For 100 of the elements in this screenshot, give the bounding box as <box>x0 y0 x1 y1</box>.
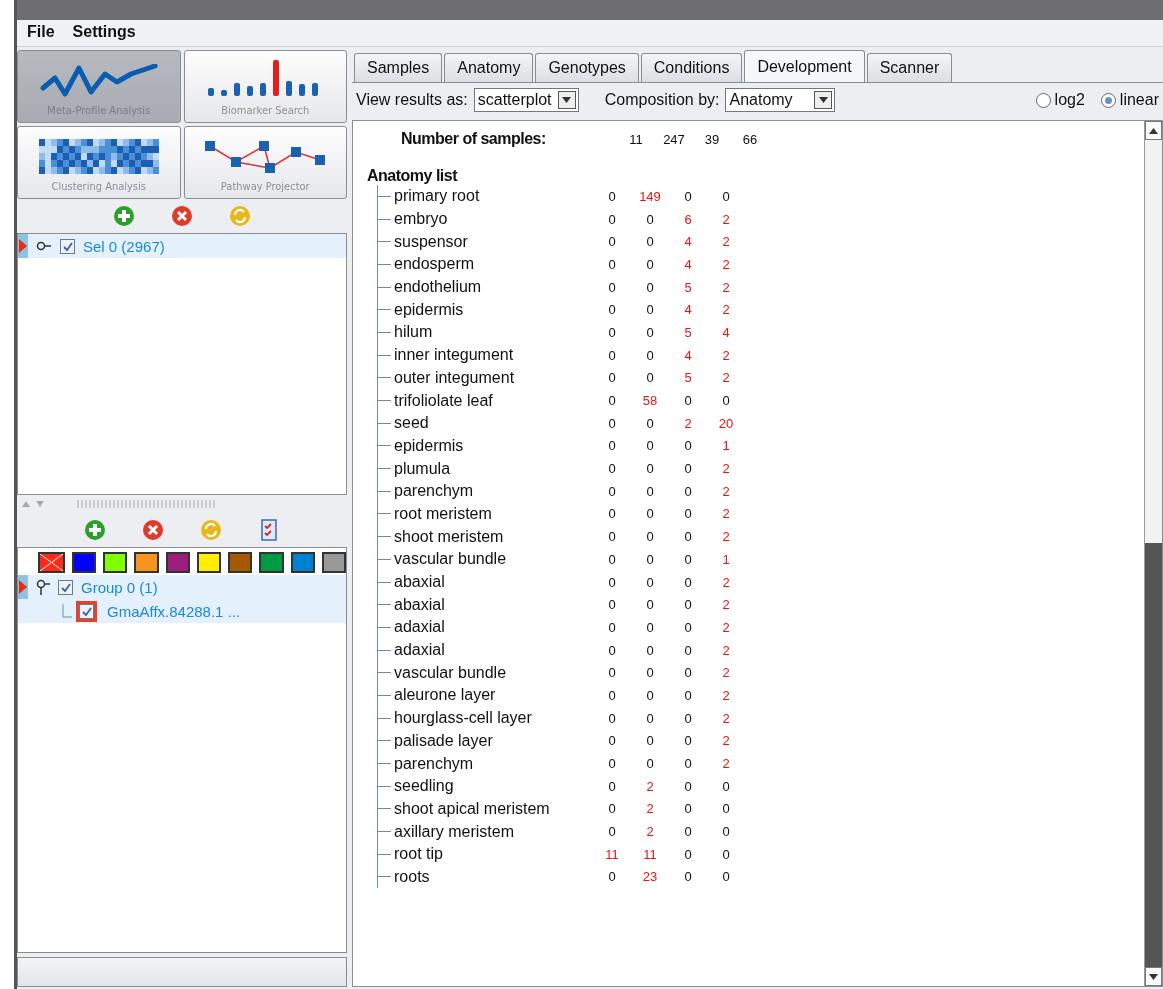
sample-count: 247 <box>662 131 686 147</box>
count-value: 0 <box>607 279 617 295</box>
count-value: 0 <box>683 483 693 499</box>
count-value: 2 <box>721 347 731 363</box>
network-icon <box>204 140 327 174</box>
count-value: 0 <box>607 188 617 204</box>
color-swatch[interactable] <box>259 552 284 573</box>
count-value: 0 <box>607 665 617 681</box>
color-swatch[interactable] <box>196 552 222 573</box>
sample-count: 11 <box>628 131 644 147</box>
count-value: 0 <box>607 302 617 318</box>
count-value: 0 <box>645 687 655 703</box>
count-value: 0 <box>645 619 655 635</box>
menu-item[interactable]: Settings <box>72 23 136 43</box>
count-value: 0 <box>607 324 617 340</box>
count-value: 2 <box>721 642 731 658</box>
count-value: 0 <box>645 529 655 545</box>
count-value: 0 <box>683 551 693 567</box>
checkbox[interactable] <box>60 238 75 254</box>
dropdown[interactable]: Anatomy <box>725 88 836 112</box>
anatomy-name: seed <box>394 414 430 433</box>
scroll-thumb[interactable] <box>1145 543 1162 967</box>
scroll-down-icon[interactable] <box>1149 973 1158 980</box>
color-swatch[interactable] <box>72 552 97 573</box>
count-value: 0 <box>721 393 731 409</box>
count-value: 2 <box>721 529 731 545</box>
radio-button[interactable]: linear <box>1100 91 1159 109</box>
tab[interactable]: Scanner <box>866 53 953 82</box>
line-chart-icon <box>38 64 159 98</box>
count-value: 2 <box>645 778 655 794</box>
anatomy-name: adaxial <box>394 618 446 637</box>
splitter-grip[interactable] <box>77 500 217 508</box>
count-value: 0 <box>645 438 655 454</box>
count-value: 0 <box>607 619 617 635</box>
remove-icon[interactable] <box>142 519 164 541</box>
key-icon[interactable] <box>36 579 50 595</box>
count-value: 0 <box>683 801 693 817</box>
menu-item[interactable]: File <box>27 23 55 43</box>
tab[interactable]: Anatomy <box>444 53 534 82</box>
count-value: 2 <box>721 461 731 477</box>
tab[interactable]: Conditions <box>640 53 743 82</box>
anatomy-name: shoot meristem <box>394 527 505 546</box>
color-swatch[interactable] <box>38 552 65 573</box>
count-value: 0 <box>607 529 617 545</box>
anatomy-name: endothelium <box>394 278 483 297</box>
count-value: 0 <box>683 665 693 681</box>
count-value: 0 <box>645 461 655 477</box>
count-value: 6 <box>683 211 693 227</box>
anatomy-name: endosperm <box>394 255 476 274</box>
color-swatch[interactable] <box>321 552 346 573</box>
key-icon[interactable] <box>36 241 52 251</box>
scrollbar[interactable] <box>1144 121 1162 986</box>
count-value: 0 <box>607 438 617 454</box>
count-value: 11 <box>604 846 620 862</box>
view-label: View results as: <box>356 91 468 109</box>
color-swatch[interactable] <box>103 552 128 573</box>
checkbox[interactable] <box>58 579 73 595</box>
checklist-icon[interactable] <box>258 519 280 541</box>
count-value: 0 <box>683 642 693 658</box>
count-value: 4 <box>683 302 693 318</box>
count-value: 0 <box>683 846 693 862</box>
count-value: 0 <box>645 642 655 658</box>
tab[interactable]: Development <box>744 50 865 82</box>
count-value: 0 <box>645 234 655 250</box>
count-value: 0 <box>607 370 617 386</box>
dropdown[interactable]: scatterplot <box>473 88 579 112</box>
count-value: 0 <box>645 211 655 227</box>
count-value: 0 <box>645 551 655 567</box>
color-swatch[interactable] <box>290 552 315 573</box>
count-value: 0 <box>645 710 655 726</box>
remove-icon[interactable] <box>171 205 193 227</box>
count-value: 2 <box>721 370 731 386</box>
scroll-up-icon[interactable] <box>1149 127 1158 134</box>
count-value: 0 <box>607 801 617 817</box>
sample-count: 66 <box>741 131 759 147</box>
count-value: 0 <box>683 824 693 840</box>
count-value: 0 <box>607 551 617 567</box>
count-value: 2 <box>721 506 731 522</box>
tab[interactable]: Genotypes <box>535 53 639 82</box>
add-icon[interactable] <box>113 205 135 227</box>
color-swatch[interactable] <box>228 552 253 573</box>
anatomy-name: suspensor <box>394 232 469 251</box>
count-value: 0 <box>607 687 617 703</box>
count-value: 0 <box>721 801 731 817</box>
radio-button[interactable]: log2 <box>1035 91 1085 109</box>
anatomy-name: parenchym <box>394 754 475 773</box>
count-value: 2 <box>721 756 731 772</box>
sample-count: 39 <box>703 131 721 147</box>
add-icon[interactable] <box>84 519 106 541</box>
count-value: 0 <box>607 642 617 658</box>
color-swatch[interactable] <box>165 552 190 573</box>
dropdown-arrow-icon <box>818 97 828 103</box>
count-value: 0 <box>683 710 693 726</box>
anatomy-name: plumula <box>394 459 452 478</box>
anatomy-name: roots <box>394 867 431 886</box>
count-value: 0 <box>607 256 617 272</box>
tab[interactable]: Samples <box>354 53 443 82</box>
color-swatch[interactable] <box>134 552 159 573</box>
count-value: 1 <box>721 438 731 454</box>
count-value: 2 <box>721 687 731 703</box>
